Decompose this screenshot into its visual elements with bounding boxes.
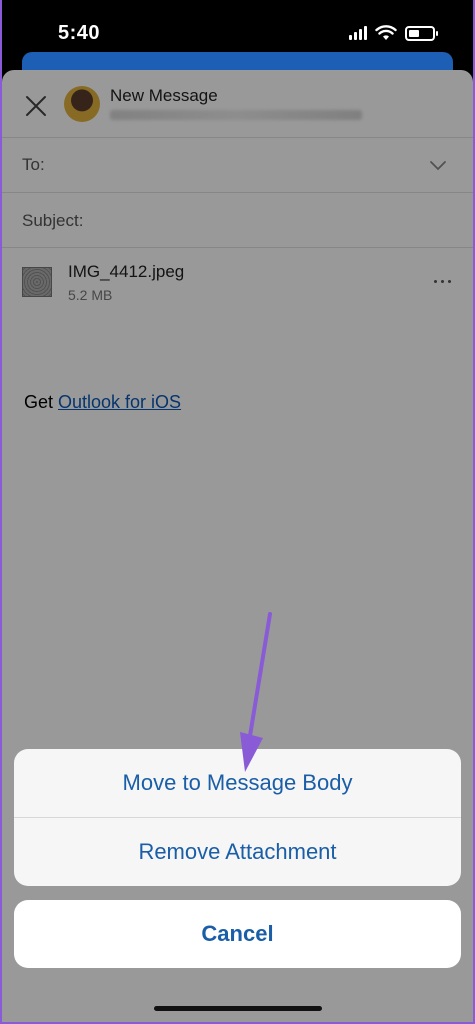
battery-icon: [405, 25, 438, 41]
annotation-arrow-icon: [240, 612, 272, 772]
remove-attachment-button[interactable]: Remove Attachment: [14, 817, 461, 885]
signal-icon: [349, 26, 367, 40]
cancel-button[interactable]: Cancel: [14, 900, 461, 968]
status-icons: [349, 25, 438, 41]
status-time: 5:40: [58, 22, 101, 44]
wifi-icon: [375, 25, 397, 40]
home-indicator: [154, 1006, 322, 1011]
